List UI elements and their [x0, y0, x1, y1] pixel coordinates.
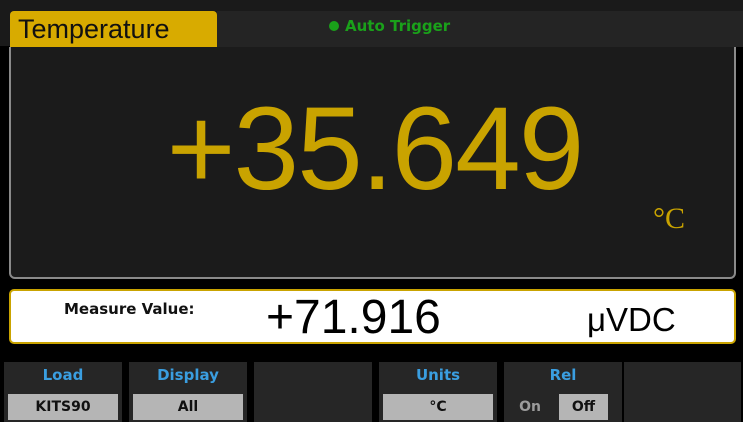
softkey-label: Load: [42, 366, 84, 384]
main-unit: °C: [653, 202, 686, 235]
softkey-label: Rel: [549, 366, 577, 384]
softkey-empty-3[interactable]: [254, 362, 374, 422]
trigger-status: Auto Trigger: [329, 15, 450, 37]
softkey-display[interactable]: Display All: [129, 362, 249, 422]
softkey-value: KITS90: [8, 394, 118, 420]
softkey-bar: Load KITS90 Display All Units °C Rel On …: [0, 362, 743, 422]
secondary-label: Measure Value:: [64, 300, 195, 318]
softkey-label: Display: [157, 366, 219, 384]
secondary-display: Measure Value: +71.916 μVDC: [9, 289, 736, 344]
tab-bar-background: [217, 11, 743, 47]
top-bar: Temperature Auto Trigger: [0, 0, 743, 47]
rel-off-option[interactable]: Off: [559, 394, 608, 420]
softkey-value: °C: [383, 394, 493, 420]
trigger-indicator-icon: [329, 21, 339, 31]
softkey-label: Units: [415, 366, 461, 384]
softkey-units[interactable]: Units °C: [379, 362, 499, 422]
main-reading: +35.649: [166, 83, 585, 215]
multimeter-screen: Temperature Auto Trigger +35.649 °C Meas…: [0, 0, 743, 422]
softkey-load[interactable]: Load KITS90: [4, 362, 124, 422]
measurement-mode-tab[interactable]: Temperature: [10, 11, 217, 47]
softkey-value: All: [133, 394, 243, 420]
softkey-empty-6[interactable]: [624, 362, 743, 422]
rel-on-option[interactable]: On: [510, 394, 550, 420]
trigger-status-text: Auto Trigger: [345, 17, 451, 35]
secondary-unit: μVDC: [587, 301, 676, 338]
secondary-reading: +71.916: [266, 291, 441, 344]
softkey-rel[interactable]: Rel On Off: [504, 362, 624, 422]
main-display: +35.649 °C: [9, 47, 736, 279]
